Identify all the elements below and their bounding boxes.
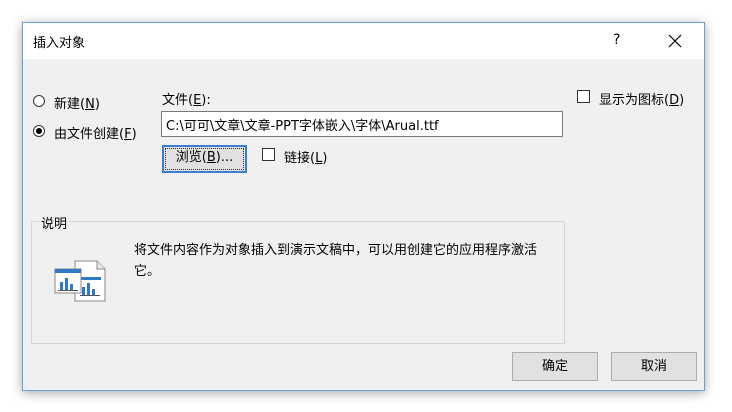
ok-button[interactable]: 确定 xyxy=(512,352,598,381)
file-path-input[interactable] xyxy=(161,111,563,137)
focus-ring xyxy=(165,148,244,170)
create-new-label[interactable]: 新建(N) xyxy=(54,93,100,112)
link-label[interactable]: 链接(L) xyxy=(284,147,327,166)
create-from-file-radio[interactable] xyxy=(33,125,45,137)
display-as-icon-label[interactable]: 显示为图标(D) xyxy=(599,89,684,108)
cancel-button[interactable]: 取消 xyxy=(611,352,697,381)
link-checkbox[interactable] xyxy=(262,148,275,161)
embedded-object-icon xyxy=(54,260,106,302)
result-description: 将文件内容作为对象插入到演示文稿中，可以用创建它的应用程序激活它。 xyxy=(134,243,538,279)
dialog-title: 插入对象 xyxy=(33,36,86,51)
result-group-label: 说明 xyxy=(39,213,70,232)
file-label: 文件(E): xyxy=(162,93,211,108)
title-bar: 插入对象 ? xyxy=(23,23,704,59)
insert-object-dialog: 插入对象 ? 新建(N) 由文件创建(F) 文件(E): 浏览(B)... 链接… xyxy=(22,22,705,391)
display-as-icon-checkbox[interactable] xyxy=(577,90,590,103)
close-icon[interactable] xyxy=(664,31,686,51)
create-from-file-label[interactable]: 由文件创建(F) xyxy=(54,123,137,142)
create-new-radio[interactable] xyxy=(33,95,45,107)
help-button[interactable]: ? xyxy=(613,32,620,48)
browse-button[interactable]: 浏览(B)... xyxy=(162,145,247,173)
